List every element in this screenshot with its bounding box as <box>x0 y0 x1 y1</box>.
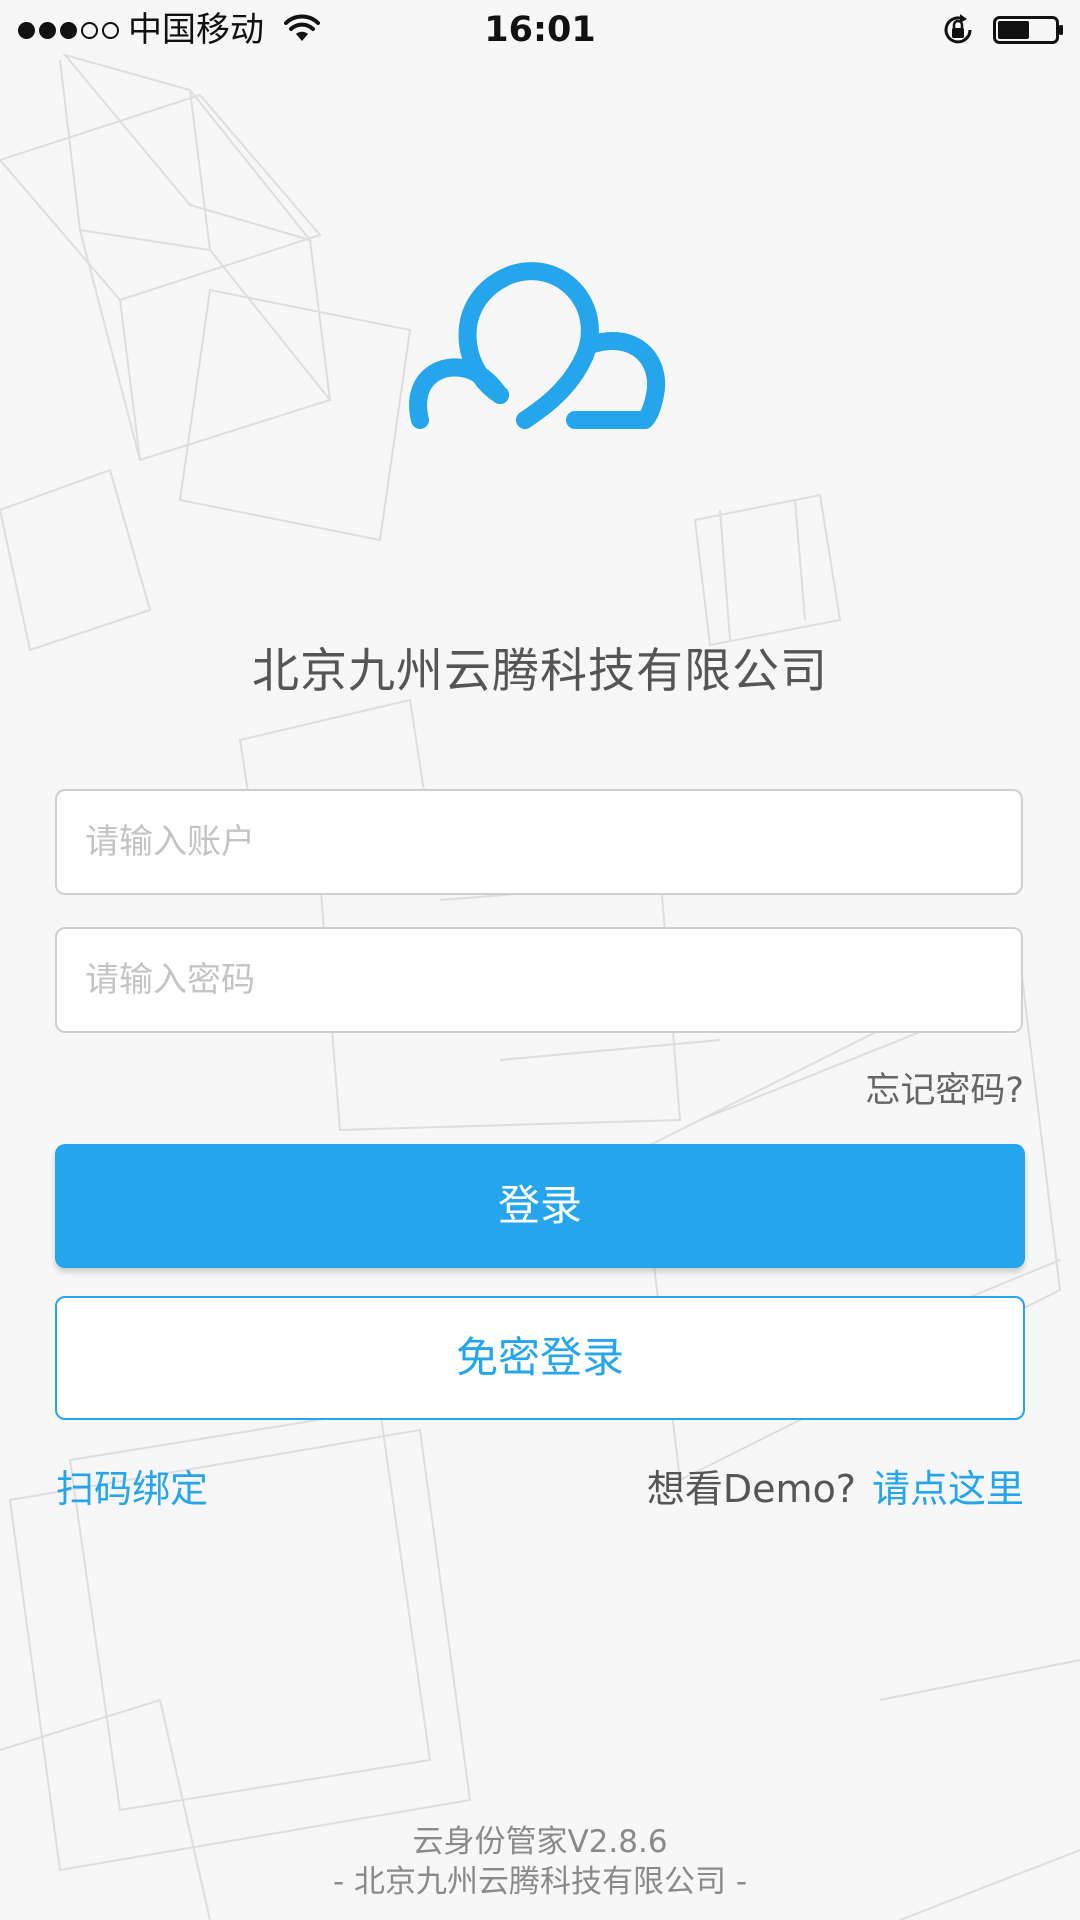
password-input[interactable] <box>83 959 1021 1001</box>
company-title: 北京九州云腾科技有限公司 <box>252 644 828 699</box>
cloud-logo-icon <box>409 262 666 429</box>
login-screen: 中国移动 16:01 北京九州云腾科技有限公司 请输入账户 忘记密码? 登录 免… <box>0 0 1080 1920</box>
account-input[interactable] <box>83 821 1021 863</box>
status-time: 16:01 <box>484 10 596 50</box>
rotation-lock-icon <box>944 14 972 44</box>
scan-bind-link[interactable]: 扫码绑定 <box>56 1460 208 1518</box>
passwordless-login-button[interactable]: 免密登录 <box>55 1296 1025 1420</box>
demo-row: 想看Demo? 请点这里 <box>647 1460 1024 1518</box>
demo-link[interactable]: 请点这里 <box>872 1467 1024 1511</box>
password-field[interactable] <box>55 927 1023 1033</box>
account-field[interactable] <box>55 789 1023 895</box>
demo-prompt: 想看Demo? <box>646 1467 856 1511</box>
app-version: 云身份管家V2.8.6 <box>412 1824 668 1860</box>
battery-icon <box>993 16 1063 44</box>
forgot-password-link[interactable]: 忘记密码? <box>865 1065 1024 1117</box>
footer-company: - 北京九州云腾科技有限公司 - <box>332 1864 748 1900</box>
status-bar: 中国移动 16:01 <box>0 0 1080 60</box>
login-button[interactable]: 登录 <box>55 1144 1025 1268</box>
